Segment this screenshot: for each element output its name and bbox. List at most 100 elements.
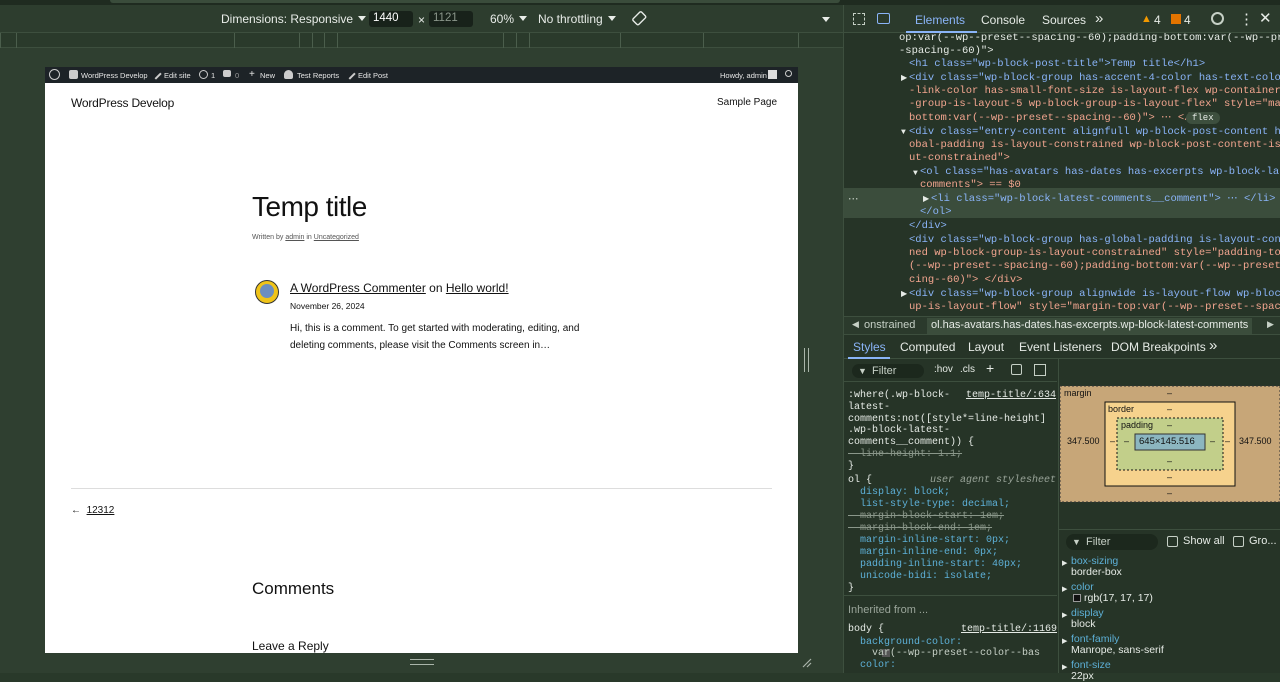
selector-line[interactable]: comments__comment)) { [848, 437, 974, 449]
hov-toggle[interactable]: :hov [934, 364, 953, 375]
issues-icon[interactable] [1171, 14, 1181, 24]
adminbar-site-link[interactable]: WordPress Develop [81, 71, 148, 80]
subtab-dom-breakpoints[interactable]: DOM Breakpoints [1111, 340, 1206, 354]
subtab-computed[interactable]: Computed [900, 340, 955, 354]
resize-handle-right[interactable] [804, 348, 809, 372]
rule-source-link[interactable]: temp-title/:634 [966, 390, 1056, 402]
previous-post-link[interactable]: 12312 [87, 505, 115, 516]
dom-line[interactable]: <h1 class="wp-block-post-title">Temp tit… [909, 58, 1205, 71]
expand-arrow-icon[interactable]: ▶ [1062, 663, 1067, 671]
show-all-label[interactable]: Show all [1183, 535, 1225, 547]
dom-line-selected[interactable]: comments"> == $0 [920, 179, 1021, 192]
wordpress-logo-icon[interactable] [49, 69, 60, 80]
collapse-arrow-icon[interactable]: ▼ [913, 167, 918, 180]
expand-arrow-icon[interactable]: ▶ [1062, 637, 1067, 645]
zoom-select[interactable]: 60% [490, 12, 527, 26]
more-options-icon[interactable] [822, 17, 830, 22]
margin-top-value[interactable]: – [1167, 388, 1172, 398]
dom-line[interactable]: <li class="wp-block-latest-comments__com… [931, 193, 1275, 206]
media-query-ruler[interactable] [0, 33, 843, 48]
issues-count[interactable]: 4 [1184, 13, 1191, 27]
css-property[interactable]: display: block; [848, 487, 950, 499]
device-toggle-icon[interactable] [877, 13, 890, 24]
user-avatar[interactable] [768, 70, 777, 79]
show-all-checkbox[interactable] [1167, 536, 1178, 547]
node-actions-icon[interactable]: ⋯ [848, 194, 859, 207]
padding-left-value[interactable]: – [1124, 436, 1129, 446]
comment-post-link[interactable]: Hello world! [446, 281, 509, 295]
content-size[interactable]: 645×145.516 [1139, 436, 1195, 447]
byline-author-link[interactable]: admin [285, 234, 304, 241]
overridden-property[interactable]: margin-block-end: 1em; [848, 523, 992, 535]
comment-author-link[interactable]: A WordPress Commenter [290, 281, 426, 295]
dom-line[interactable]: -group-is-layout-5 wp-block-group-is-lay… [909, 98, 1280, 111]
byline-category-link[interactable]: Uncategorized [314, 234, 359, 241]
dom-line[interactable]: <div class="wp-block-group alignwide is-… [909, 288, 1280, 301]
rule-source-link[interactable]: temp-title/:1169 [961, 624, 1057, 636]
border-right-value[interactable]: – [1225, 436, 1230, 446]
cls-toggle[interactable]: .cls [960, 364, 975, 375]
dom-line[interactable]: up-is-layout-flow" style="margin-top:var… [909, 301, 1280, 314]
throttling-select[interactable]: No throttling [538, 12, 616, 26]
warning-icon[interactable]: ▲ [1141, 13, 1152, 25]
paint-icon[interactable] [1011, 364, 1022, 375]
dom-line[interactable]: <div class="entry-content alignfull wp-b… [909, 126, 1280, 139]
breadcrumb-item[interactable]: onstrained [864, 319, 915, 331]
padding-right-value[interactable]: – [1210, 436, 1215, 446]
site-title[interactable]: WordPress Develop [71, 96, 174, 110]
selector-line[interactable]: :where(.wp-block- [848, 390, 950, 402]
css-property[interactable]: unicode-bidi: isolate; [848, 571, 992, 583]
expand-arrow-icon[interactable]: ▶ [901, 72, 907, 85]
nav-sample-page[interactable]: Sample Page [717, 97, 777, 108]
group-checkbox[interactable] [1233, 536, 1244, 547]
dom-line[interactable]: cing--60)"> </div> [909, 274, 1022, 287]
padding-top-value[interactable]: – [1167, 420, 1172, 430]
expand-arrow-icon[interactable]: ▶ [1062, 559, 1067, 567]
dom-line[interactable]: <div class="wp-block-group has-accent-4-… [909, 72, 1280, 85]
rotate-icon[interactable] [632, 11, 648, 27]
kebab-menu-icon[interactable]: ⋮ [1239, 10, 1254, 28]
search-icon[interactable] [785, 70, 792, 77]
adminbar-new[interactable]: New [260, 71, 275, 80]
overridden-property[interactable]: margin-block-start: 1em; [848, 511, 1004, 523]
selector-line[interactable]: body { [848, 624, 884, 636]
margin-bottom-value[interactable]: – [1167, 488, 1172, 498]
subtab-layout[interactable]: Layout [968, 340, 1004, 354]
border-left-value[interactable]: – [1110, 436, 1115, 446]
dimensions-select[interactable]: Dimensions: Responsive [221, 12, 366, 26]
dom-line[interactable]: </div> [909, 220, 947, 233]
selector-line[interactable]: latest- [848, 402, 890, 414]
width-input[interactable]: 1440 [369, 11, 413, 27]
flex-badge[interactable]: flex [1186, 112, 1220, 124]
dom-line[interactable]: <div class="wp-block-group has-global-pa… [909, 234, 1280, 247]
add-rule-icon[interactable]: + [986, 360, 994, 376]
breadcrumb-item-active[interactable]: ol.has-avatars.has-dates.has-excerpts.wp… [927, 318, 1253, 334]
adminbar-howdy[interactable]: Howdy, admin [720, 71, 767, 80]
css-property[interactable]: margin-inline-end: 0px; [848, 547, 998, 559]
expand-arrow-icon[interactable]: ▶ [923, 193, 929, 206]
group-label[interactable]: Gro... [1249, 535, 1277, 547]
resize-handle-bottom[interactable] [410, 659, 434, 665]
dom-line[interactable]: op:var(--wp--preset--spacing--60);paddin… [899, 33, 1280, 45]
dom-line[interactable]: </ol> [920, 206, 952, 219]
collapse-arrow-icon[interactable]: ▼ [901, 126, 906, 139]
dom-line[interactable]: ned wp-block-group-is-layout-constrained… [909, 247, 1280, 260]
tab-sources[interactable]: Sources [1042, 13, 1086, 27]
margin-right-value[interactable]: 347.500 [1239, 436, 1272, 446]
border-bottom-value[interactable]: – [1167, 472, 1172, 482]
tab-elements[interactable]: Elements [915, 13, 965, 27]
margin-left-value[interactable]: 347.500 [1067, 436, 1100, 446]
crumb-scroll-right-icon[interactable]: ▶ [1267, 319, 1274, 330]
warnings-count[interactable]: 4 [1154, 13, 1161, 27]
adminbar-updates-count[interactable]: 1 [211, 71, 215, 80]
dom-line[interactable]: obal-padding is-layout-constrained wp-bl… [909, 139, 1280, 152]
color-swatch[interactable] [1073, 594, 1081, 602]
close-icon[interactable]: ✕ [1259, 9, 1272, 27]
height-input[interactable]: 1121 [429, 11, 473, 27]
selector-line[interactable]: .wp-block-latest- [848, 425, 950, 437]
css-property[interactable]: color: [848, 660, 896, 672]
dom-line[interactable]: ut-constrained"> [909, 152, 1010, 165]
dom-line[interactable]: -spacing--60)"> [899, 45, 994, 58]
selector-line[interactable]: ol { [848, 475, 872, 487]
adminbar-test-reports[interactable]: Test Reports [297, 71, 339, 80]
